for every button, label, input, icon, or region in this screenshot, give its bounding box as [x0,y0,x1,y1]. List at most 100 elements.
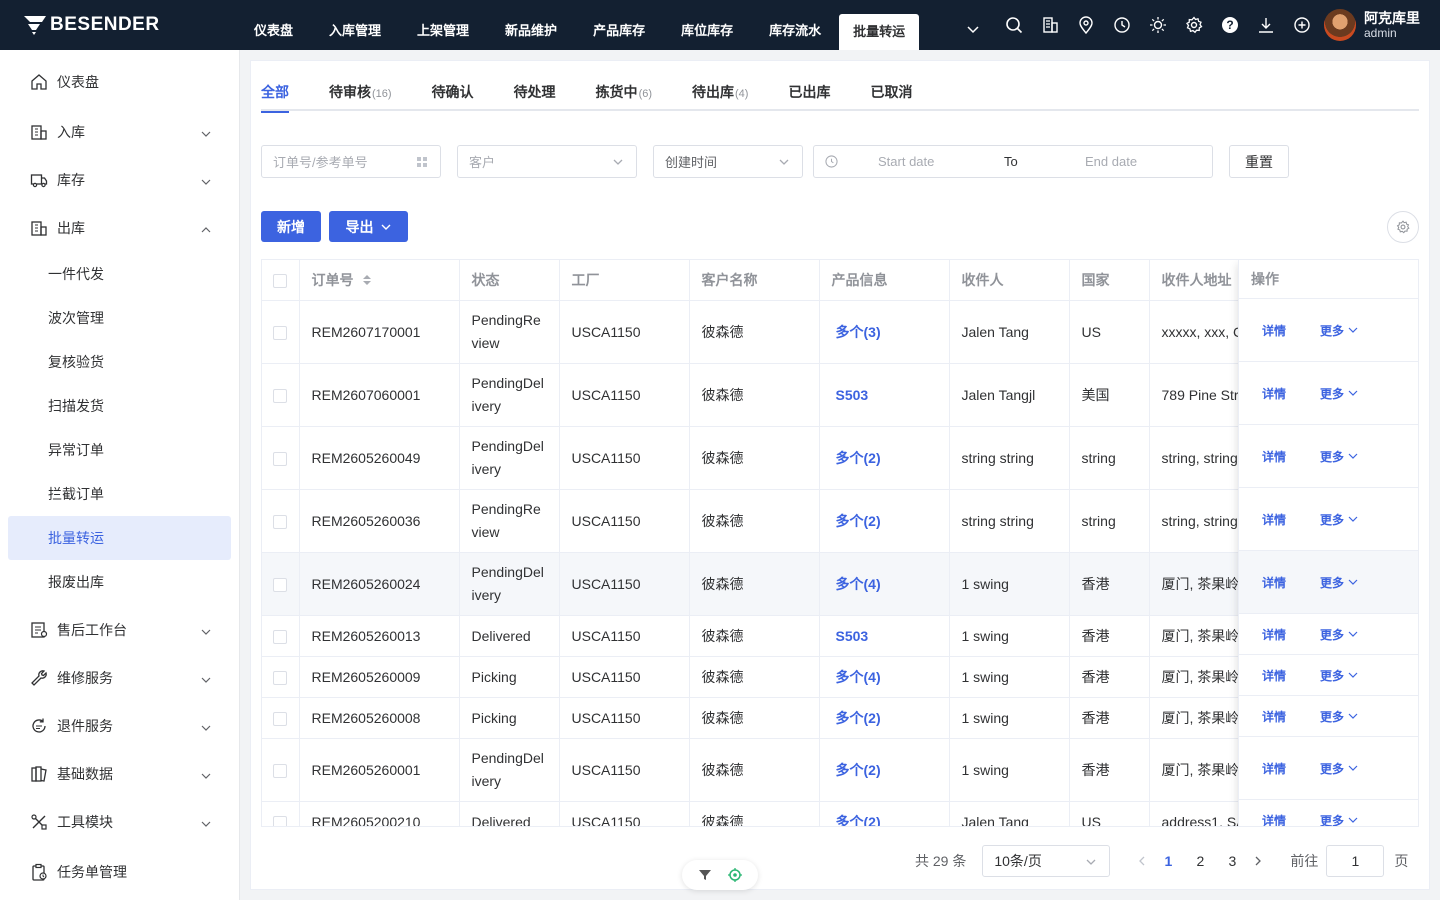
status-tab[interactable]: 待出库(4) [692,79,748,111]
detail-link[interactable]: 详情 [1262,385,1320,402]
product-info-link[interactable]: 多个(2) [836,814,881,827]
row-checkbox[interactable] [273,815,287,826]
prev-page-icon[interactable] [1132,856,1152,866]
goto-page-input[interactable]: 1 [1326,845,1385,877]
status-tab[interactable]: 待处理 [514,79,556,111]
more-dropdown[interactable]: 更多 [1320,667,1358,684]
customer-select[interactable]: 客户 [457,145,637,178]
more-dropdown[interactable]: 更多 [1320,708,1358,725]
status-tab[interactable]: 已取消 [870,79,912,111]
gear-icon[interactable] [1176,13,1212,37]
topnav-item[interactable]: 库位库存 [663,0,751,50]
more-dropdown[interactable]: 更多 [1320,626,1358,643]
product-info-link[interactable]: 多个(3) [836,324,881,340]
status-tab[interactable]: 待审核(16) [329,79,392,111]
page-number[interactable]: 1 [1152,853,1184,869]
detail-link[interactable]: 详情 [1262,574,1320,591]
search-icon[interactable] [996,13,1032,37]
topnav-item[interactable]: 产品库存 [575,0,663,50]
more-dropdown[interactable]: 更多 [1320,448,1358,465]
sidebar-item[interactable]: 基础数据 [8,752,231,796]
sun-icon[interactable] [1140,13,1176,37]
location-icon[interactable] [1068,13,1104,37]
start-date-input[interactable]: Start date [878,154,934,169]
sort-icon[interactable] [362,273,372,289]
download-icon[interactable] [1248,13,1284,37]
reset-button[interactable]: 重置 [1229,145,1289,178]
product-info-link[interactable]: S503 [836,387,869,403]
row-checkbox[interactable] [273,711,287,726]
product-info-link[interactable]: 多个(2) [836,710,881,726]
plus-circle-icon[interactable] [1284,13,1320,37]
status-tab[interactable]: 拣货中(6) [596,79,652,111]
avatar[interactable] [1324,9,1356,41]
sidebar-subitem[interactable]: 复核验货 [8,340,231,384]
nav-more-chevron-icon[interactable] [962,20,984,40]
building-icon[interactable] [1032,13,1068,37]
product-info-link[interactable]: 多个(4) [836,669,881,685]
sidebar-subitem[interactable]: 拦截订单 [8,472,231,516]
detail-link[interactable]: 详情 [1262,322,1320,339]
sidebar-item[interactable]: 退件服务 [8,704,231,748]
page-number[interactable]: 2 [1184,853,1216,869]
add-button[interactable]: 新增 [261,211,321,242]
detail-link[interactable]: 详情 [1262,448,1320,465]
next-page-icon[interactable] [1248,856,1268,866]
order-search-input[interactable]: 订单号/参考单号 [261,145,441,178]
product-info-link[interactable]: 多个(2) [836,450,881,466]
detail-link[interactable]: 详情 [1262,708,1320,725]
detail-link[interactable]: 详情 [1262,812,1320,827]
sidebar-item[interactable]: 仪表盘 [8,60,231,104]
filter-funnel-icon[interactable] [698,868,712,882]
product-info-link[interactable]: S503 [836,628,869,644]
topnav-item[interactable]: 新品维护 [487,0,575,50]
status-tab[interactable]: 全部 [261,79,289,113]
page-number[interactable]: 3 [1216,853,1248,869]
sidebar-subitem[interactable]: 报废出库 [8,560,231,604]
row-checkbox[interactable] [273,577,287,592]
brand-logo[interactable]: BESENDER [22,12,160,38]
select-all-checkbox[interactable] [273,274,287,289]
sidebar-subitem[interactable]: 扫描发货 [8,384,231,428]
clock-icon[interactable] [1104,13,1140,37]
detail-link[interactable]: 详情 [1262,760,1320,777]
product-info-link[interactable]: 多个(2) [836,762,881,778]
topnav-item[interactable]: 上架管理 [399,0,487,50]
sidebar-item[interactable]: 售后工作台 [8,608,231,652]
row-checkbox[interactable] [273,514,287,529]
more-dropdown[interactable]: 更多 [1320,574,1358,591]
help-icon[interactable]: ? [1212,13,1248,37]
status-tab[interactable]: 待确认 [432,79,474,111]
topnav-item[interactable]: 批量转运 [839,14,920,50]
time-type-select[interactable]: 创建时间 [653,145,803,178]
end-date-input[interactable]: End date [1085,154,1137,169]
export-button[interactable]: 导出 [329,211,408,242]
sidebar-subitem[interactable]: 异常订单 [8,428,231,472]
detail-link[interactable]: 详情 [1262,667,1320,684]
row-checkbox[interactable] [273,763,287,778]
sidebar-subitem[interactable]: 一件代发 [8,252,231,296]
sidebar-subitem[interactable]: 批量转运 [8,516,231,560]
detail-link[interactable]: 详情 [1262,626,1320,643]
topnav-item[interactable]: 入库管理 [311,0,399,50]
page-size-select[interactable]: 10条/页 [982,845,1111,877]
more-dropdown[interactable]: 更多 [1320,511,1358,528]
row-checkbox[interactable] [273,325,287,340]
user-menu[interactable]: 阿克库里 admin [1324,9,1420,41]
topnav-item[interactable]: 仪表盘 [236,0,311,50]
more-dropdown[interactable]: 更多 [1320,322,1358,339]
row-checkbox[interactable] [273,451,287,466]
more-dropdown[interactable]: 更多 [1320,812,1358,826]
date-range-picker[interactable]: Start date To End date [813,145,1213,178]
more-dropdown[interactable]: 更多 [1320,760,1358,777]
sidebar-item[interactable]: 入库 [8,110,231,154]
product-info-link[interactable]: 多个(4) [836,576,881,592]
sidebar-item[interactable]: 库存 [8,158,231,202]
more-dropdown[interactable]: 更多 [1320,385,1358,402]
topnav-item[interactable]: 库存流水 [751,0,839,50]
sidebar-item[interactable]: 维修服务 [8,656,231,700]
row-checkbox[interactable] [273,388,287,403]
product-info-link[interactable]: 多个(2) [836,513,881,529]
sidebar-item[interactable]: 工具模块 [8,800,231,844]
sidebar-item[interactable]: 任务单管理 [8,850,231,894]
